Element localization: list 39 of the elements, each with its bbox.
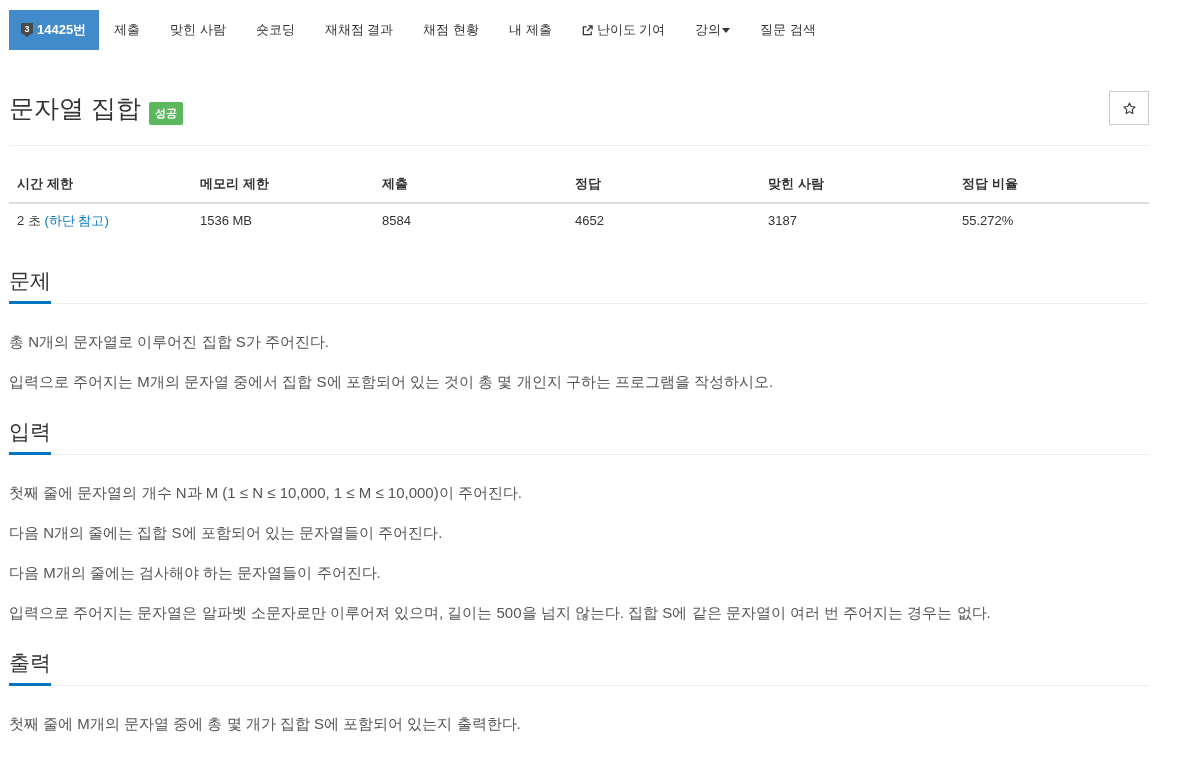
paragraph: 총 N개의 문자열로 이루어진 집합 S가 주어진다. [9, 332, 330, 352]
table-cell: 1536 MB [192, 203, 374, 239]
column-header: 맞힌 사람 [760, 166, 954, 203]
nav-tab[interactable]: 숏코딩 [240, 10, 310, 50]
paragraph: 다음 N개의 줄에는 집합 S에 포함되어 있는 문자열들이 주어진다. [9, 523, 444, 543]
nav-tab[interactable]: 맞힌 사람 [155, 10, 241, 50]
table-cell-text: 2 초 [17, 213, 41, 228]
nav-tab[interactable]: 내 제출 [494, 10, 567, 50]
column-header: 정답 비율 [954, 166, 1149, 203]
nav-tab[interactable]: 재채점 결과 [309, 10, 409, 50]
section-title: 출력 [9, 648, 51, 686]
paragraph: 입력으로 주어지는 문자열은 알파벳 소문자로만 이루어져 있으며, 길이는 500을 넘지 않는다. 집합 S에 같은 문자열이 여러 번 주어지는 경우는 없다. [9, 603, 992, 623]
status-badge: 성공 [148, 102, 183, 125]
nav-tab[interactable]: 채점 현황 [408, 10, 495, 50]
section-title: 입력 [9, 417, 51, 455]
star-button[interactable] [1109, 91, 1149, 125]
table-cell: 8584 [374, 203, 567, 239]
paragraph: 다음 M개의 줄에는 검사해야 하는 문자열들이 주어진다. [9, 563, 382, 583]
paragraph: 입력으로 주어지는 M개의 문자열 중에서 집합 S에 포함되어 있는 것이 총 몇 개인지 구하는 프로그램을 작성하시오. [9, 372, 775, 392]
table-cell: 55.272% [954, 203, 1149, 239]
external-link-icon [581, 24, 593, 36]
caret-icon [722, 27, 731, 33]
nav-tab[interactable]: 난이도 기여 [566, 10, 681, 50]
paragraph: 첫째 줄에 문자열의 개수 N과 M (1 ≤ N ≤ 10,000, 1 ≤ M ≤ 10,000)이 주어진다. [9, 483, 524, 503]
nav-tab[interactable]: 3 14425번 [9, 10, 100, 50]
column-header: 메모리 제한 [192, 166, 374, 203]
column-header: 제출 [374, 166, 567, 203]
section-title: 문제 [9, 266, 51, 304]
problem-title: 문자열 집합 [9, 93, 141, 124]
note-link[interactable]: (하단 참고) [44, 213, 109, 228]
nav-tab[interactable]: 제출 [99, 10, 156, 50]
table-cell: 3187 [760, 203, 954, 239]
table-cell: 4652 [567, 203, 760, 239]
column-header: 시간 제한 [9, 166, 192, 203]
tier-badge: 3 [21, 23, 33, 37]
nav-tab[interactable]: 강의 [680, 10, 746, 50]
column-header: 정답 [567, 166, 760, 203]
nav-tab[interactable]: 질문 검색 [745, 10, 831, 50]
paragraph: 첫째 줄에 M개의 문자열 중에 총 몇 개가 집합 S에 포함되어 있는지 출력한다. [9, 714, 522, 734]
